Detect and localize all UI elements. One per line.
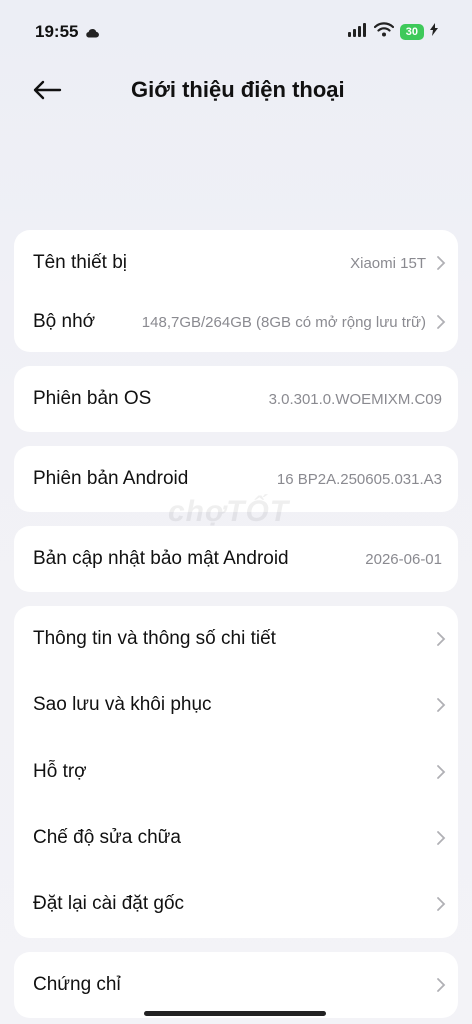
security-patch-row[interactable]: Bản cập nhật bảo mật Android 2026-06-01 [14, 526, 458, 592]
menu-item-details[interactable]: Thông tin và thông số chi tiết [14, 606, 458, 672]
charging-icon [430, 23, 438, 41]
menu-item-label: Hỗ trợ [33, 761, 87, 782]
device-name-label: Tên thiết bị [33, 252, 127, 273]
page-title: Giới thiệu điện thoại [131, 77, 345, 102]
device-name-row[interactable]: Tên thiết bị Xiaomi 15T [14, 230, 458, 296]
certificates-row[interactable]: Chứng chỉ [14, 952, 458, 1018]
menu-item-label: Chế độ sửa chữa [33, 827, 181, 848]
os-card: Phiên bản OS 3.0.301.0.WOEMIXM.C09 [14, 366, 458, 432]
device-card: Tên thiết bị Xiaomi 15T Bộ nhớ 148,7GB/2… [14, 230, 458, 352]
menu-item-label: Sao lưu và khôi phục [33, 694, 212, 715]
arrow-left-icon [33, 80, 62, 100]
header: Giới thiệu điện thoại [0, 60, 472, 120]
os-version-label: Phiên bản OS [33, 388, 152, 409]
chevron-right-icon [437, 897, 446, 911]
signal-icon [347, 22, 368, 42]
home-indicator[interactable] [144, 1011, 326, 1016]
security-patch-label: Bản cập nhật bảo mật Android [33, 548, 289, 569]
menu-item-label: Thông tin và thông số chi tiết [33, 628, 276, 649]
menu-card: Thông tin và thông số chi tiết Sao lưu v… [14, 606, 458, 938]
storage-row[interactable]: Bộ nhớ 148,7GB/264GB (8GB có mở rộng lưu… [14, 289, 458, 355]
menu-item-backup[interactable]: Sao lưu và khôi phục [14, 672, 458, 738]
menu-item-support[interactable]: Hỗ trợ [14, 739, 458, 805]
os-version-value: 3.0.301.0.WOEMIXM.C09 [268, 390, 442, 408]
certificates-card: Chứng chỉ [14, 952, 458, 1018]
menu-item-repair-mode[interactable]: Chế độ sửa chữa [14, 805, 458, 871]
chevron-right-icon [437, 978, 446, 992]
battery-badge: 30 [399, 24, 424, 40]
os-version-row[interactable]: Phiên bản OS 3.0.301.0.WOEMIXM.C09 [14, 366, 458, 432]
android-version-label: Phiên bản Android [33, 468, 189, 489]
status-bar: 19:55 30 [0, 0, 472, 62]
chevron-right-icon [437, 632, 446, 646]
chevron-right-icon [437, 315, 446, 329]
cloud-icon [85, 25, 99, 43]
menu-item-label: Đặt lại cài đặt gốc [33, 893, 185, 914]
chevron-right-icon [437, 765, 446, 779]
device-name-value: Xiaomi 15T [350, 254, 426, 272]
android-version-value: 16 BP2A.250605.031.A3 [276, 470, 442, 488]
certificates-label: Chứng chỉ [33, 974, 121, 995]
security-patch-value: 2026-06-01 [365, 550, 442, 568]
chevron-right-icon [437, 831, 446, 845]
storage-label: Bộ nhớ [33, 311, 96, 332]
wifi-icon [373, 22, 394, 42]
back-button[interactable] [30, 76, 64, 104]
chevron-right-icon [437, 698, 446, 712]
status-time: 19:55 [35, 22, 79, 41]
chevron-right-icon [437, 256, 446, 270]
menu-item-factory-reset[interactable]: Đặt lại cài đặt gốc [14, 871, 458, 937]
watermark: chợTỐT [168, 495, 290, 528]
storage-value: 148,7GB/264GB (8GB có mở rộng lưu trữ) [141, 313, 426, 331]
security-card: Bản cập nhật bảo mật Android 2026-06-01 [14, 526, 458, 592]
